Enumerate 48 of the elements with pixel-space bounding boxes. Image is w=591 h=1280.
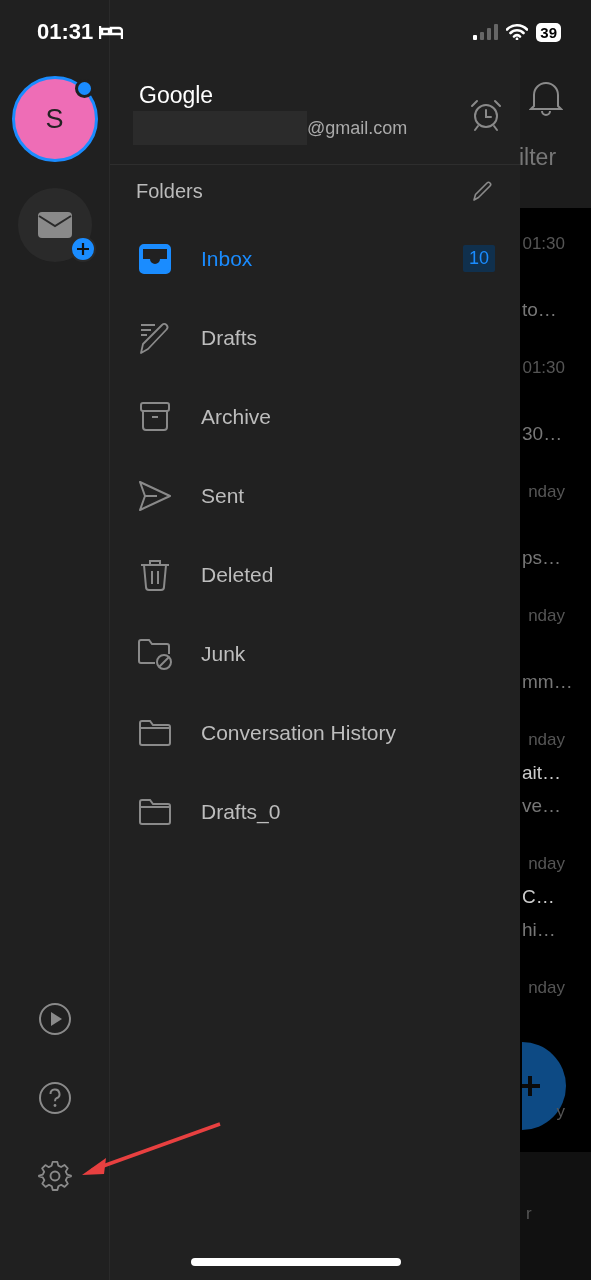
folder-blocked-icon [137, 637, 173, 670]
status-time: 01:31 [37, 19, 94, 45]
filter-label: ilter [519, 144, 558, 171]
bed-icon [99, 24, 124, 40]
message-date: nday [527, 853, 566, 875]
pencil-icon[interactable] [471, 179, 495, 203]
message-preview: 30… [521, 422, 564, 446]
folder-item[interactable]: Archive [110, 377, 520, 456]
folder-item[interactable]: Junk [110, 614, 520, 693]
message-date: nday [527, 729, 566, 751]
unread-count-badge: 10 [462, 245, 495, 272]
message-preview: to… [521, 298, 558, 322]
folder-icon [137, 718, 173, 747]
folder-item[interactable]: Inbox 10 [110, 219, 520, 298]
help-icon[interactable] [37, 1081, 72, 1115]
wifi-icon [506, 24, 529, 40]
account-name: Google [138, 82, 215, 109]
alarm-clock-icon[interactable] [469, 98, 503, 132]
tab-label: r [526, 1204, 532, 1223]
message-preview: ps… [521, 546, 563, 570]
account-avatar[interactable]: S [11, 76, 98, 162]
message-date: 01:30 [521, 233, 566, 255]
account-email: @gmail.com [307, 117, 408, 139]
folder-item[interactable]: Deleted [110, 535, 520, 614]
message-date: nday [527, 977, 566, 999]
message-preview: hi… [521, 918, 557, 942]
folder-icon [137, 797, 173, 826]
plus-icon [69, 236, 96, 262]
section-title: Folders [136, 179, 203, 203]
folder-item[interactable]: Sent [110, 456, 520, 535]
message-preview: mm… [521, 670, 574, 694]
inbox-tray-icon [137, 242, 173, 275]
play-icon[interactable] [37, 1002, 72, 1036]
signal-icon [472, 24, 499, 40]
message-date: nday [527, 481, 566, 503]
message-preview: ve… [521, 794, 563, 818]
message-subject: C… [521, 885, 556, 909]
folder-item[interactable]: Conversation History [110, 693, 520, 772]
message-date: y [555, 1101, 566, 1123]
folder-item[interactable]: Drafts [110, 298, 520, 377]
settings-icon[interactable] [37, 1160, 72, 1194]
send-icon [137, 479, 173, 512]
envelope-icon [37, 212, 72, 238]
folder-item[interactable]: Drafts_0 [110, 772, 520, 851]
archive-box-icon [137, 400, 173, 433]
message-date: nday [527, 605, 566, 627]
message-subject: ait… [521, 761, 563, 785]
message-date: 01:30 [521, 357, 566, 379]
